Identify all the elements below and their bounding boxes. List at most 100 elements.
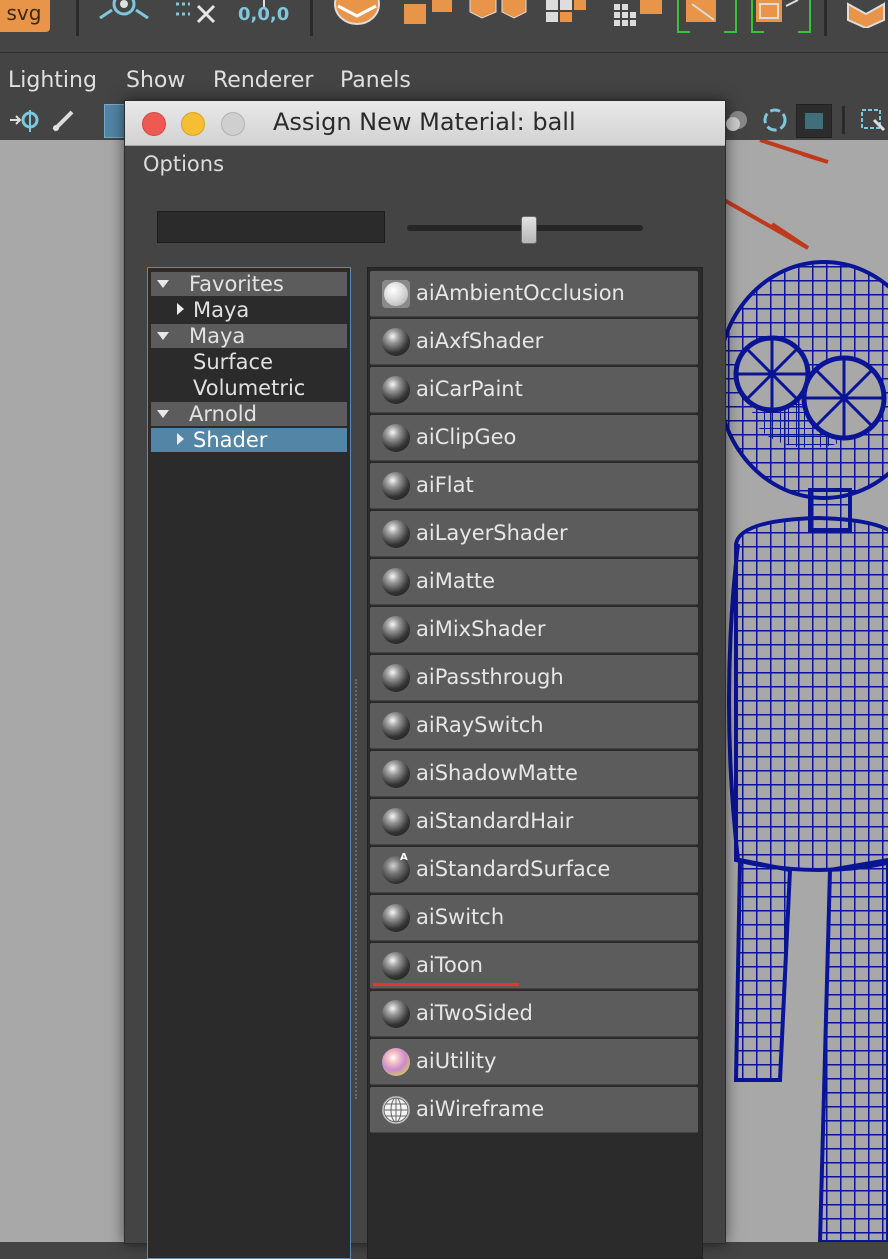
tree-item-label: Favorites [189,272,284,296]
cube-mesh-icon[interactable] [844,0,888,28]
swatch-size-slider-handle[interactable] [521,216,537,244]
wireframe-sphere-icon [382,1096,410,1124]
select-camera-icon[interactable] [860,108,888,134]
shader-label: aiTwoSided [416,1001,533,1025]
shader-label: aiUtility [416,1049,497,1073]
shader-label: aiAmbientOcclusion [416,281,625,305]
menu-lighting[interactable]: Lighting [8,68,97,93]
shader-label: aiClipGeo [416,425,517,449]
shading-sphere-icon[interactable] [722,108,752,134]
transfer-uv-icon[interactable] [674,0,740,36]
tree-item-label: Maya [193,298,250,322]
dark-sphere-icon [382,616,410,644]
tree-item-label: Maya [189,324,246,348]
shader-button[interactable]: aiMatte [370,559,698,605]
shader-label: aiStandardSurface [416,857,611,881]
filter-field[interactable] [157,211,385,243]
snap-together-icon[interactable] [98,0,152,24]
tree-item-label: Shader [193,428,268,452]
tree-item-surface[interactable]: Surface [151,350,347,374]
dark-sphere-icon [382,376,410,404]
shader-list: aiAmbientOcclusion aiAxfShader aiCarPaint a… [367,267,703,1259]
cube-pair-icon[interactable] [402,0,456,26]
menu-options[interactable]: Options [143,152,224,176]
tree-item-label: Arnold [189,402,257,426]
shader-label: aiMatte [416,569,496,593]
shader-label: aiStandardHair [416,809,574,833]
tree-item-favorites-maya[interactable]: Maya [151,298,347,322]
paint-brush-icon[interactable] [50,108,78,134]
shader-button[interactable]: AaiStandardSurface [370,847,698,893]
close-button[interactable] [142,112,166,136]
zoom-button[interactable] [221,112,245,136]
shader-label: aiCarPaint [416,377,523,401]
dark-sphere-icon [382,1000,410,1028]
chevron-down-icon[interactable] [157,280,169,288]
shader-button[interactable]: aiAxfShader [370,319,698,365]
chevron-right-icon[interactable] [177,433,184,445]
shader-button[interactable]: aiClipGeo [370,415,698,461]
pane-splitter[interactable] [355,679,357,1099]
grid-toggle-icon[interactable] [104,104,126,138]
tree-item-arnold[interactable]: Arnold [151,402,347,426]
shader-button[interactable]: aiSwitch [370,895,698,941]
shader-button[interactable]: aiWireframe [370,1087,698,1133]
shader-button[interactable]: aiFlat [370,463,698,509]
wireframe-character-model[interactable] [700,140,888,1242]
uv-grid-icon[interactable] [544,0,590,26]
shader-button[interactable]: aiAmbientOcclusion [370,271,698,317]
svg-shelf-button[interactable]: svg [0,0,50,32]
shader-button[interactable]: aiShadowMatte [370,751,698,797]
shader-button[interactable]: aiTwoSided [370,991,698,1037]
tree-item-volumetric[interactable]: Volumetric [151,376,347,400]
svg-label: svg [6,1,42,25]
shader-label: aiLayerShader [416,521,568,545]
shader-label: aiShadowMatte [416,761,578,785]
node-category-tree: Favorites Maya Maya Surface Volumetric A… [147,267,351,1259]
chevron-down-icon[interactable] [157,332,169,340]
transfer-attr-icon[interactable] [742,0,814,36]
menu-show[interactable]: Show [126,68,185,93]
minimize-button[interactable] [181,112,205,136]
shader-button[interactable]: aiCarPaint [370,367,698,413]
shelf-divider [310,0,313,36]
shader-button[interactable]: aiMixShader [370,607,698,653]
tree-item-shader[interactable]: Shader [151,428,347,452]
rainbow-sphere-icon [382,1048,410,1076]
shelf-divider [824,0,827,36]
panel-menu-bar: Lighting Show Renderer Panels [0,64,888,98]
toolbar-divider [842,106,845,134]
isolate-select-icon[interactable] [760,106,790,134]
dark-sphere-icon [382,808,410,836]
camera-attr-icon[interactable] [6,108,42,134]
assign-new-material-dialog: Assign New Material: ball Options Favori… [124,100,726,1259]
shader-button[interactable]: aiLayerShader [370,511,698,557]
dark-sphere-icon [382,904,410,932]
shader-button[interactable]: aiRaySwitch [370,703,698,749]
dark-sphere-icon [382,424,410,452]
tree-item-maya[interactable]: Maya [151,324,347,348]
shader-label: aiMixShader [416,617,546,641]
shader-label: aiPassthrough [416,665,564,689]
menu-renderer[interactable]: Renderer [213,68,313,93]
white-sphere-icon [382,280,410,308]
arnold-badge-icon: A [400,852,408,863]
shader-button[interactable]: aiPassthrough [370,655,698,701]
dark-sphere-icon [382,952,410,980]
shader-label: aiFlat [416,473,474,497]
dark-sphere-icon [382,664,410,692]
dark-sphere-icon [382,520,410,548]
cube-split-icon[interactable] [468,0,530,20]
checker-grid-icon[interactable] [612,0,664,28]
xray-toggle-icon[interactable] [796,104,832,138]
tree-item-favorites[interactable]: Favorites [151,272,347,296]
menu-panels[interactable]: Panels [340,68,411,93]
dialog-titlebar[interactable]: Assign New Material: ball [125,101,725,146]
material-swatch-icon[interactable] [332,0,382,26]
delete-history-icon[interactable] [172,0,222,26]
shader-button[interactable]: aiStandardHair [370,799,698,845]
shader-button[interactable]: aiUtility [370,1039,698,1085]
highlight-underline [373,983,519,986]
chevron-down-icon[interactable] [157,410,169,418]
chevron-right-icon[interactable] [177,303,184,315]
